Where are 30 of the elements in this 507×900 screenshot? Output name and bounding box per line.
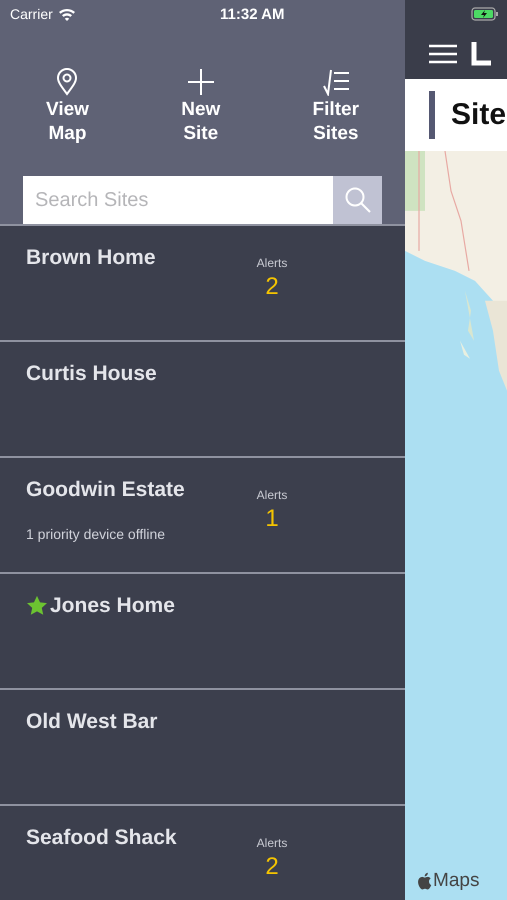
plus-icon (186, 68, 215, 96)
site-name: Goodwin Estate (26, 478, 185, 502)
search-icon (344, 186, 372, 214)
wifi-icon (58, 7, 76, 21)
site-name: Jones Home (50, 594, 175, 618)
apple-logo-icon (417, 872, 432, 890)
menu-icon[interactable] (429, 44, 457, 64)
battery-icon (471, 7, 499, 21)
alerts-label: Alerts (256, 488, 288, 502)
location-pin-icon (56, 68, 78, 96)
logo-icon (471, 42, 491, 66)
site-name: Seafood Shack (26, 826, 177, 850)
star-icon (26, 595, 48, 617)
filter-sites-button[interactable]: Filter Sites (312, 68, 359, 146)
alerts-label: Alerts (256, 256, 288, 270)
page-title: Site (451, 98, 506, 132)
new-site-button[interactable]: New Site (181, 68, 220, 146)
alerts-label: Alerts (256, 836, 288, 850)
sort-list-icon (320, 68, 351, 96)
site-name: Brown Home (26, 246, 156, 270)
alerts-count: 1 (265, 505, 279, 533)
map-attribution: Maps (433, 870, 480, 892)
view-map-button[interactable]: View Map (46, 68, 89, 146)
site-status-note: 1 priority device offline (26, 526, 166, 542)
alerts-count: 2 (265, 273, 279, 301)
site-name: Old West Bar (26, 710, 158, 734)
carrier-label: Carrier (10, 6, 53, 22)
alerts-count: 2 (265, 853, 279, 881)
site-name: Curtis House (26, 362, 157, 386)
status-time: 11:32 AM (220, 6, 284, 22)
